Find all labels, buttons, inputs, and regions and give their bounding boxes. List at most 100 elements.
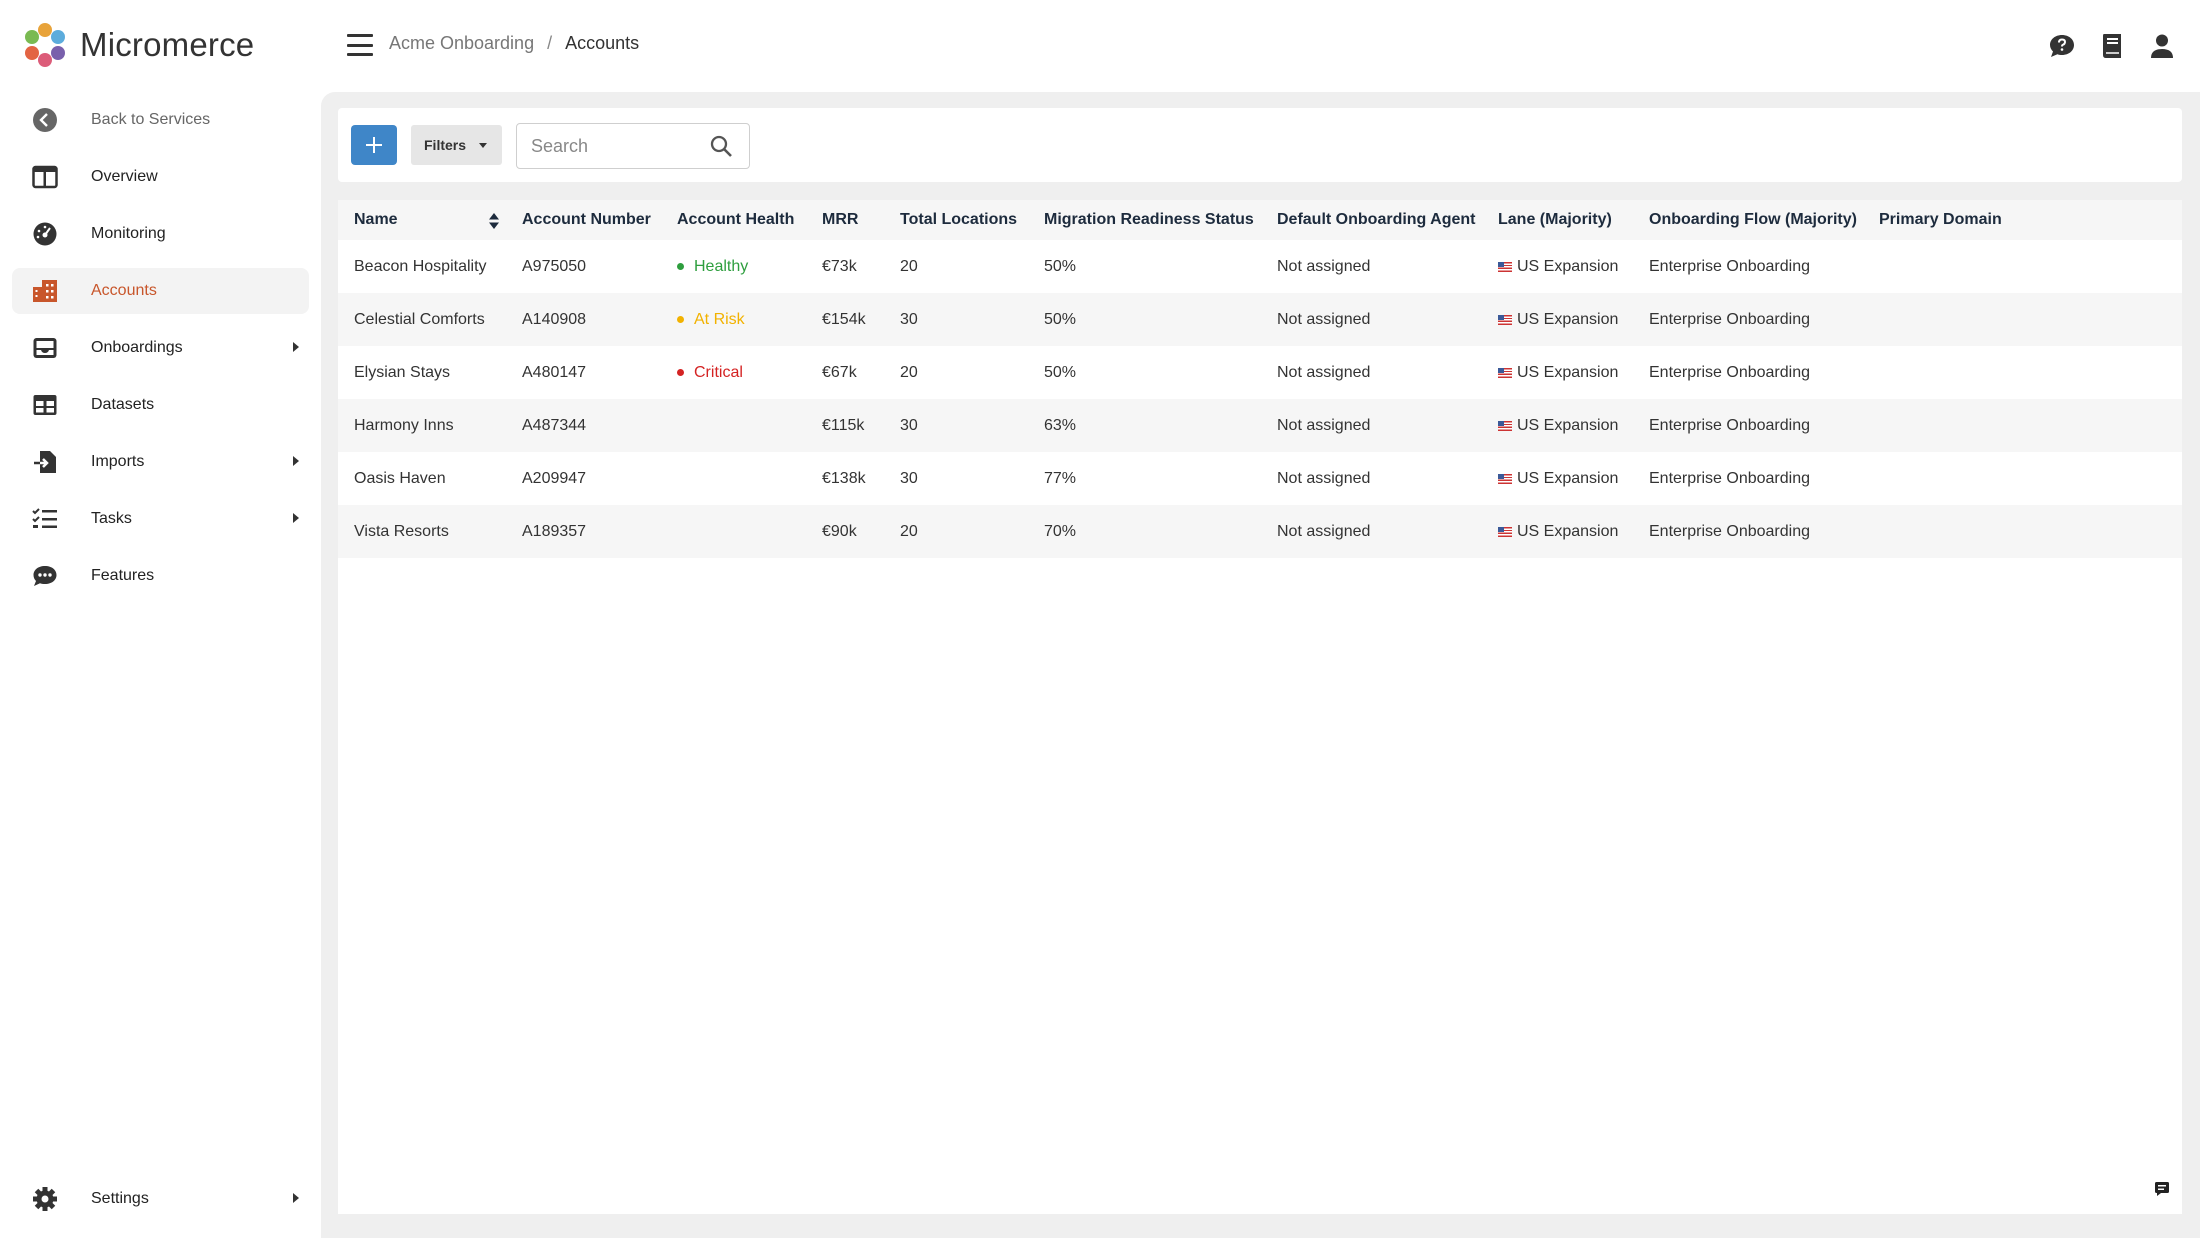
user-icon[interactable] <box>2148 32 2176 60</box>
accounts-table-panel: Name Account Number Account Health MRR T… <box>338 200 2182 1214</box>
sidebar-item-datasets[interactable]: Datasets <box>12 382 309 428</box>
hamburger-menu-icon[interactable] <box>347 34 373 56</box>
breadcrumb-current: Accounts <box>565 33 640 53</box>
column-header-account-number[interactable]: Account Number <box>506 200 661 240</box>
sidebar-item-features[interactable]: Features <box>12 553 309 599</box>
us-flag-icon <box>1498 526 1512 537</box>
table-icon <box>33 395 57 415</box>
sidebar-item-label: Onboardings <box>91 339 183 356</box>
feedback-icon[interactable] <box>2154 1181 2170 1197</box>
app-logo[interactable]: Micromerce <box>22 22 254 68</box>
cell-account-health: At Risk <box>661 293 806 346</box>
cell-mrr: €154k <box>822 310 866 328</box>
cell-account-health <box>661 399 806 452</box>
cell-primary-domain <box>1863 399 2182 452</box>
status-text: Healthy <box>694 257 749 275</box>
cell-name[interactable]: Celestial Comforts <box>338 293 506 346</box>
lane-text: US Expansion <box>1517 257 1619 275</box>
column-header-total-locations[interactable]: Total Locations <box>884 200 1028 240</box>
table-row[interactable]: Beacon Hospitality A975050 Healthy €73k 20 50… <box>338 240 2182 293</box>
cell-total-locations: 30 <box>900 310 918 328</box>
cell-name[interactable]: Beacon Hospitality <box>338 240 506 293</box>
column-header-migration-readiness[interactable]: Migration Readiness Status <box>1028 200 1261 240</box>
chat-bubble-icon <box>33 566 57 586</box>
sidebar-item-label: Settings <box>91 1190 149 1207</box>
cell-name[interactable]: Elysian Stays <box>338 346 506 399</box>
column-header-onboarding-flow[interactable]: Onboarding Flow (Majority) <box>1633 200 1863 240</box>
column-header-account-health[interactable]: Account Health <box>661 200 806 240</box>
column-header-lane[interactable]: Lane (Majority) <box>1482 200 1633 240</box>
sidebar-item-label: Imports <box>91 453 145 470</box>
building-icon <box>33 280 57 302</box>
chevron-left-circle-icon <box>33 108 57 132</box>
add-account-button[interactable] <box>351 125 397 165</box>
table-row[interactable]: Vista Resorts A189357 €90k 20 70% Not assigne… <box>338 505 2182 558</box>
column-header-onboarding-agent[interactable]: Default Onboarding Agent <box>1261 200 1482 240</box>
sidebar-item-monitoring[interactable]: Monitoring <box>12 211 309 257</box>
cell-total-locations: 20 <box>900 363 918 381</box>
back-to-services-link[interactable]: Back to Services <box>12 97 309 143</box>
layout-columns-icon <box>32 165 58 189</box>
table-header-row: Name Account Number Account Health MRR T… <box>338 200 2182 240</box>
lane-text: US Expansion <box>1517 469 1619 487</box>
us-flag-icon <box>1498 261 1512 272</box>
breadcrumb-separator: / <box>547 33 553 53</box>
book-icon[interactable] <box>2098 32 2126 60</box>
cell-mrr: €67k <box>822 363 857 381</box>
table-row[interactable]: Celestial Comforts A140908 At Risk €154k 30 5… <box>338 293 2182 346</box>
search-icon[interactable] <box>709 134 733 158</box>
column-header-mrr[interactable]: MRR <box>806 200 884 240</box>
column-header-name[interactable]: Name <box>338 200 506 240</box>
cell-primary-domain <box>1863 293 2182 346</box>
sidebar-item-settings[interactable]: Settings <box>12 1176 309 1222</box>
cell-onboarding-flow: Enterprise Onboarding <box>1649 363 1810 381</box>
cell-account-health <box>661 452 806 505</box>
breadcrumb: Acme Onboarding / Accounts <box>389 33 639 54</box>
gear-icon <box>33 1187 57 1211</box>
help-chat-icon[interactable] <box>2048 32 2076 60</box>
cell-migration-readiness: 77% <box>1044 469 1077 487</box>
cell-migration-readiness: 50% <box>1044 363 1077 381</box>
sort-icon[interactable] <box>488 212 500 230</box>
cell-lane: US Expansion <box>1482 452 1633 505</box>
sidebar-item-imports[interactable]: Imports <box>12 439 309 485</box>
sidebar-item-accounts[interactable]: Accounts <box>12 268 309 314</box>
cell-onboarding-flow: Enterprise Onboarding <box>1649 469 1810 487</box>
cell-name[interactable]: Harmony Inns <box>338 399 506 452</box>
expand-caret-icon <box>293 513 299 523</box>
breadcrumb-link-workspace[interactable]: Acme Onboarding <box>389 33 534 53</box>
cell-onboarding-flow: Enterprise Onboarding <box>1649 522 1810 540</box>
cell-onboarding-agent: Not assigned <box>1277 469 1371 487</box>
status-text: At Risk <box>694 310 745 328</box>
cell-lane: US Expansion <box>1482 240 1633 293</box>
sidebar-item-tasks[interactable]: Tasks <box>12 496 309 542</box>
filters-dropdown-button[interactable]: Filters <box>411 125 502 165</box>
search-input[interactable] <box>517 124 713 168</box>
cell-name[interactable]: Vista Resorts <box>338 505 506 558</box>
cell-lane: US Expansion <box>1482 399 1633 452</box>
cell-onboarding-flow: Enterprise Onboarding <box>1649 416 1810 434</box>
sidebar-item-onboardings[interactable]: Onboardings <box>12 325 309 371</box>
column-header-primary-domain[interactable]: Primary Domain <box>1863 200 2182 240</box>
cell-account-number: A480147 <box>522 363 587 381</box>
cell-lane: US Expansion <box>1482 505 1633 558</box>
cell-account-number: A140908 <box>522 310 587 328</box>
table-row[interactable]: Elysian Stays A480147 Critical €67k 20 50% Not… <box>338 346 2182 399</box>
cell-primary-domain <box>1863 505 2182 558</box>
table-row[interactable]: Oasis Haven A209947 €138k 30 77% Not assigned… <box>338 452 2182 505</box>
us-flag-icon <box>1498 367 1512 378</box>
table-row[interactable]: Harmony Inns A487344 €115k 30 63% Not assigne… <box>338 399 2182 452</box>
toolbar: Filters <box>338 108 2182 182</box>
back-label: Back to Services <box>91 111 211 128</box>
us-flag-icon <box>1498 314 1512 325</box>
lane-text: US Expansion <box>1517 522 1619 540</box>
cell-account-number: A189357 <box>522 522 587 540</box>
sidebar-item-overview[interactable]: Overview <box>12 154 309 200</box>
cell-name[interactable]: Oasis Haven <box>338 452 506 505</box>
checklist-icon <box>32 508 57 528</box>
table-body: Beacon Hospitality A975050 Healthy €73k 20 50… <box>338 240 2182 558</box>
cell-migration-readiness: 50% <box>1044 310 1077 328</box>
sidebar-item-label: Monitoring <box>91 225 166 242</box>
cell-migration-readiness: 70% <box>1044 522 1077 540</box>
cell-total-locations: 30 <box>900 416 918 434</box>
